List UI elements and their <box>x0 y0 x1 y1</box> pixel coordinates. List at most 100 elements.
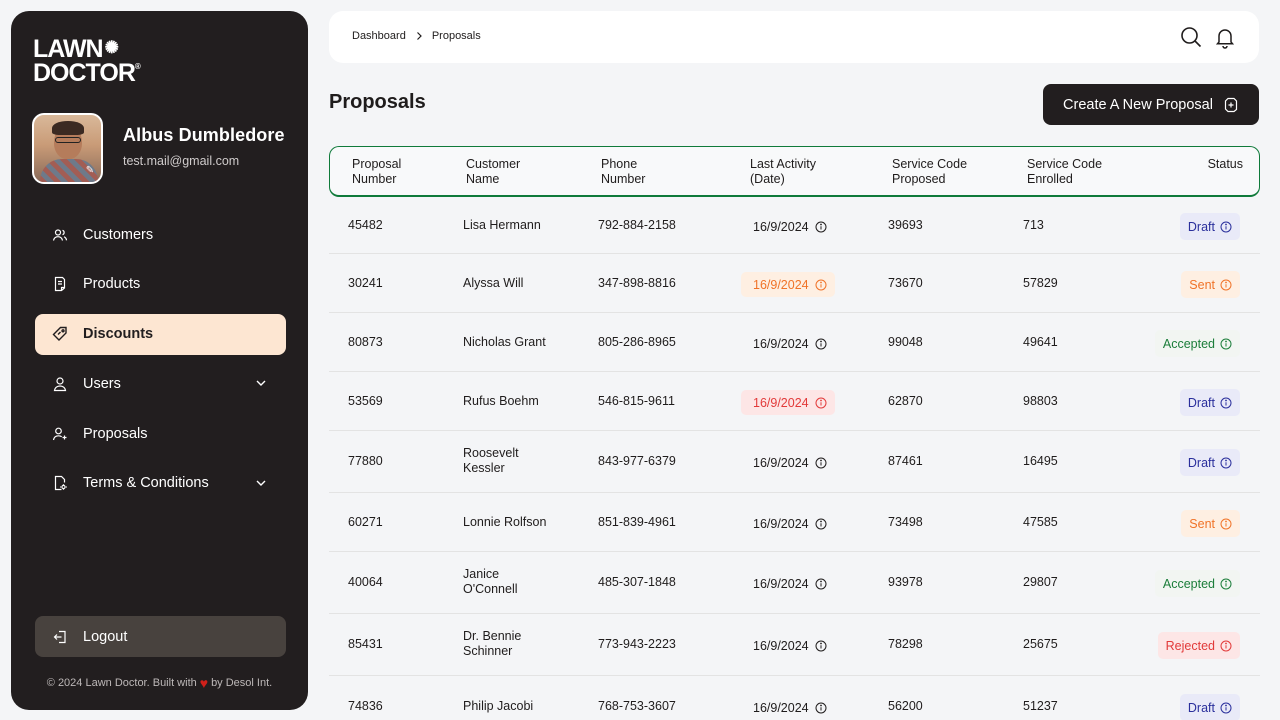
status-badge[interactable]: Sent <box>1181 510 1240 537</box>
info-icon[interactable] <box>1220 457 1232 469</box>
breadcrumb: Dashboard Proposals <box>352 30 481 42</box>
header-service-code-enrolled[interactable]: Service Code Enrolled <box>1027 157 1102 187</box>
table-row[interactable]: 85431 Dr. Bennie Schinner 773-943-2223 16/9/… <box>329 614 1260 676</box>
info-icon[interactable] <box>815 221 827 233</box>
service-code-proposed: 93978 <box>888 575 923 589</box>
last-activity-date: 16/9/2024 <box>741 450 835 475</box>
sidebar-item-customers[interactable]: Customers <box>35 214 286 255</box>
logout-button[interactable]: Logout <box>35 616 286 657</box>
sidebar-item-terms[interactable]: Terms & Conditions <box>35 463 286 504</box>
table-row[interactable]: 30241 Alyssa Will 347-898-8816 16/9/2024 736… <box>329 254 1260 313</box>
info-icon[interactable] <box>1220 397 1232 409</box>
info-icon[interactable] <box>815 338 827 350</box>
breadcrumb-current: Proposals <box>431 30 481 42</box>
chevron-down-icon[interactable] <box>254 376 268 390</box>
service-code-enrolled: 29807 <box>1023 575 1058 589</box>
table-row[interactable]: 45482 Lisa Hermann 792-884-2158 16/9/2024 39… <box>329 197 1260 254</box>
create-proposal-button[interactable]: Create A New Proposal <box>1043 84 1259 125</box>
status-badge[interactable]: Sent <box>1181 271 1240 298</box>
service-code-enrolled: 47585 <box>1023 515 1058 529</box>
chevron-right-icon <box>415 31 423 41</box>
header-last-activity[interactable]: Last Activity (Date) <box>750 157 816 187</box>
info-icon[interactable] <box>815 578 827 590</box>
sidebar-item-discounts[interactable]: Discounts <box>35 313 286 355</box>
status-badge[interactable]: Draft <box>1179 389 1240 416</box>
header-status[interactable]: Status <box>1208 157 1243 172</box>
info-icon[interactable] <box>815 397 827 409</box>
table-row[interactable]: 80873 Nicholas Grant 805-286-8965 16/9/2024… <box>329 313 1260 372</box>
profile-email: test.mail@gmail.com <box>123 154 240 168</box>
sidebar-item-label: Proposals <box>83 425 148 442</box>
service-code-enrolled: 713 <box>1023 218 1044 232</box>
status-badge[interactable]: Draft <box>1179 694 1240 720</box>
status-badge[interactable]: Accepted <box>1154 330 1240 357</box>
service-code-proposed: 56200 <box>888 699 923 713</box>
last-activity-date: 16/9/2024 <box>741 390 835 415</box>
heart-icon: ♥ <box>199 675 209 691</box>
proposal-number: 40064 <box>348 575 383 589</box>
info-icon[interactable] <box>1220 279 1232 291</box>
last-activity-date: 16/9/2024 <box>741 511 835 536</box>
breadcrumb-dashboard[interactable]: Dashboard <box>352 30 406 42</box>
service-code-proposed: 62870 <box>888 394 923 408</box>
customer-name: Lisa Hermann <box>463 218 541 232</box>
service-code-enrolled: 51237 <box>1023 699 1058 713</box>
last-activity-date: 16/9/2024 <box>741 272 835 297</box>
status-badge[interactable]: Draft <box>1179 213 1240 240</box>
header-service-code-proposed[interactable]: Service Code Proposed <box>892 157 967 187</box>
table-header: Proposal Number Customer Name Phone Number … <box>329 146 1260 197</box>
phone-number: 792-884-2158 <box>598 218 676 232</box>
avatar[interactable]: ✎ <box>32 113 103 184</box>
bell-icon[interactable] <box>1213 25 1237 49</box>
status-badge[interactable]: Rejected <box>1157 632 1240 659</box>
info-icon[interactable] <box>1220 221 1232 233</box>
table-row[interactable]: 60271 Lonnie Rolfson 851-839-4961 16/9/2024… <box>329 493 1260 552</box>
table-row[interactable]: 40064 Janice O'Connell 485-307-1848 16/9/202… <box>329 552 1260 614</box>
proposal-number: 80873 <box>348 335 383 349</box>
user-profile: ✎ Albus Dumbledore test.mail@gmail.com <box>32 113 285 184</box>
users-icon <box>52 227 68 243</box>
info-icon[interactable] <box>815 702 827 714</box>
service-code-proposed: 87461 <box>888 454 923 468</box>
document-icon <box>52 276 68 292</box>
info-icon[interactable] <box>815 457 827 469</box>
info-icon[interactable] <box>1220 702 1232 714</box>
chevron-down-icon[interactable] <box>254 476 268 490</box>
sidebar-item-products[interactable]: Products <box>35 264 286 305</box>
service-code-proposed: 73498 <box>888 515 923 529</box>
top-bar: Dashboard Proposals <box>329 11 1259 63</box>
proposal-number: 30241 <box>348 276 383 290</box>
info-icon[interactable] <box>1220 338 1232 350</box>
last-activity-date: 16/9/2024 <box>741 633 835 658</box>
user-plus-icon <box>52 426 68 442</box>
status-badge[interactable]: Draft <box>1179 449 1240 476</box>
sidebar-item-label: Users <box>83 375 121 392</box>
table-row[interactable]: 77880 Roosevelt Kessler 843-977-6379 16/9/20… <box>329 431 1260 493</box>
service-code-proposed: 39693 <box>888 218 923 232</box>
customer-name: Lonnie Rolfson <box>463 515 547 529</box>
info-icon[interactable] <box>815 640 827 652</box>
proposal-number: 85431 <box>348 637 383 651</box>
proposal-number: 77880 <box>348 454 383 468</box>
info-icon[interactable] <box>815 518 827 530</box>
info-icon[interactable] <box>1220 640 1232 652</box>
info-icon[interactable] <box>1220 578 1232 590</box>
header-proposal-number[interactable]: Proposal Number <box>352 157 401 187</box>
header-customer-name[interactable]: Customer Name <box>466 157 520 187</box>
table-row[interactable]: 74836 Philip Jacobi 768-753-3607 16/9/2024 5… <box>329 676 1260 720</box>
lawn-doctor-logo[interactable]: LAWN ✺ DOCTOR® <box>33 37 153 86</box>
info-icon[interactable] <box>1220 518 1232 530</box>
table-row[interactable]: 53569 Rufus Boehm 546-815-9611 16/9/2024 628… <box>329 372 1260 431</box>
search-icon[interactable] <box>1179 25 1203 49</box>
status-badge[interactable]: Accepted <box>1154 570 1240 597</box>
info-icon[interactable] <box>815 279 827 291</box>
header-phone-number[interactable]: Phone Number <box>601 157 645 187</box>
proposal-number: 74836 <box>348 699 383 713</box>
service-code-proposed: 73670 <box>888 276 923 290</box>
edit-pencil-icon[interactable]: ✎ <box>83 164 97 178</box>
sidebar-item-users[interactable]: Users <box>35 363 286 404</box>
service-code-proposed: 78298 <box>888 637 923 651</box>
sidebar-item-label: Discounts <box>83 326 154 343</box>
sidebar-item-proposals[interactable]: Proposals <box>35 413 286 454</box>
customer-name: Philip Jacobi <box>463 699 534 713</box>
